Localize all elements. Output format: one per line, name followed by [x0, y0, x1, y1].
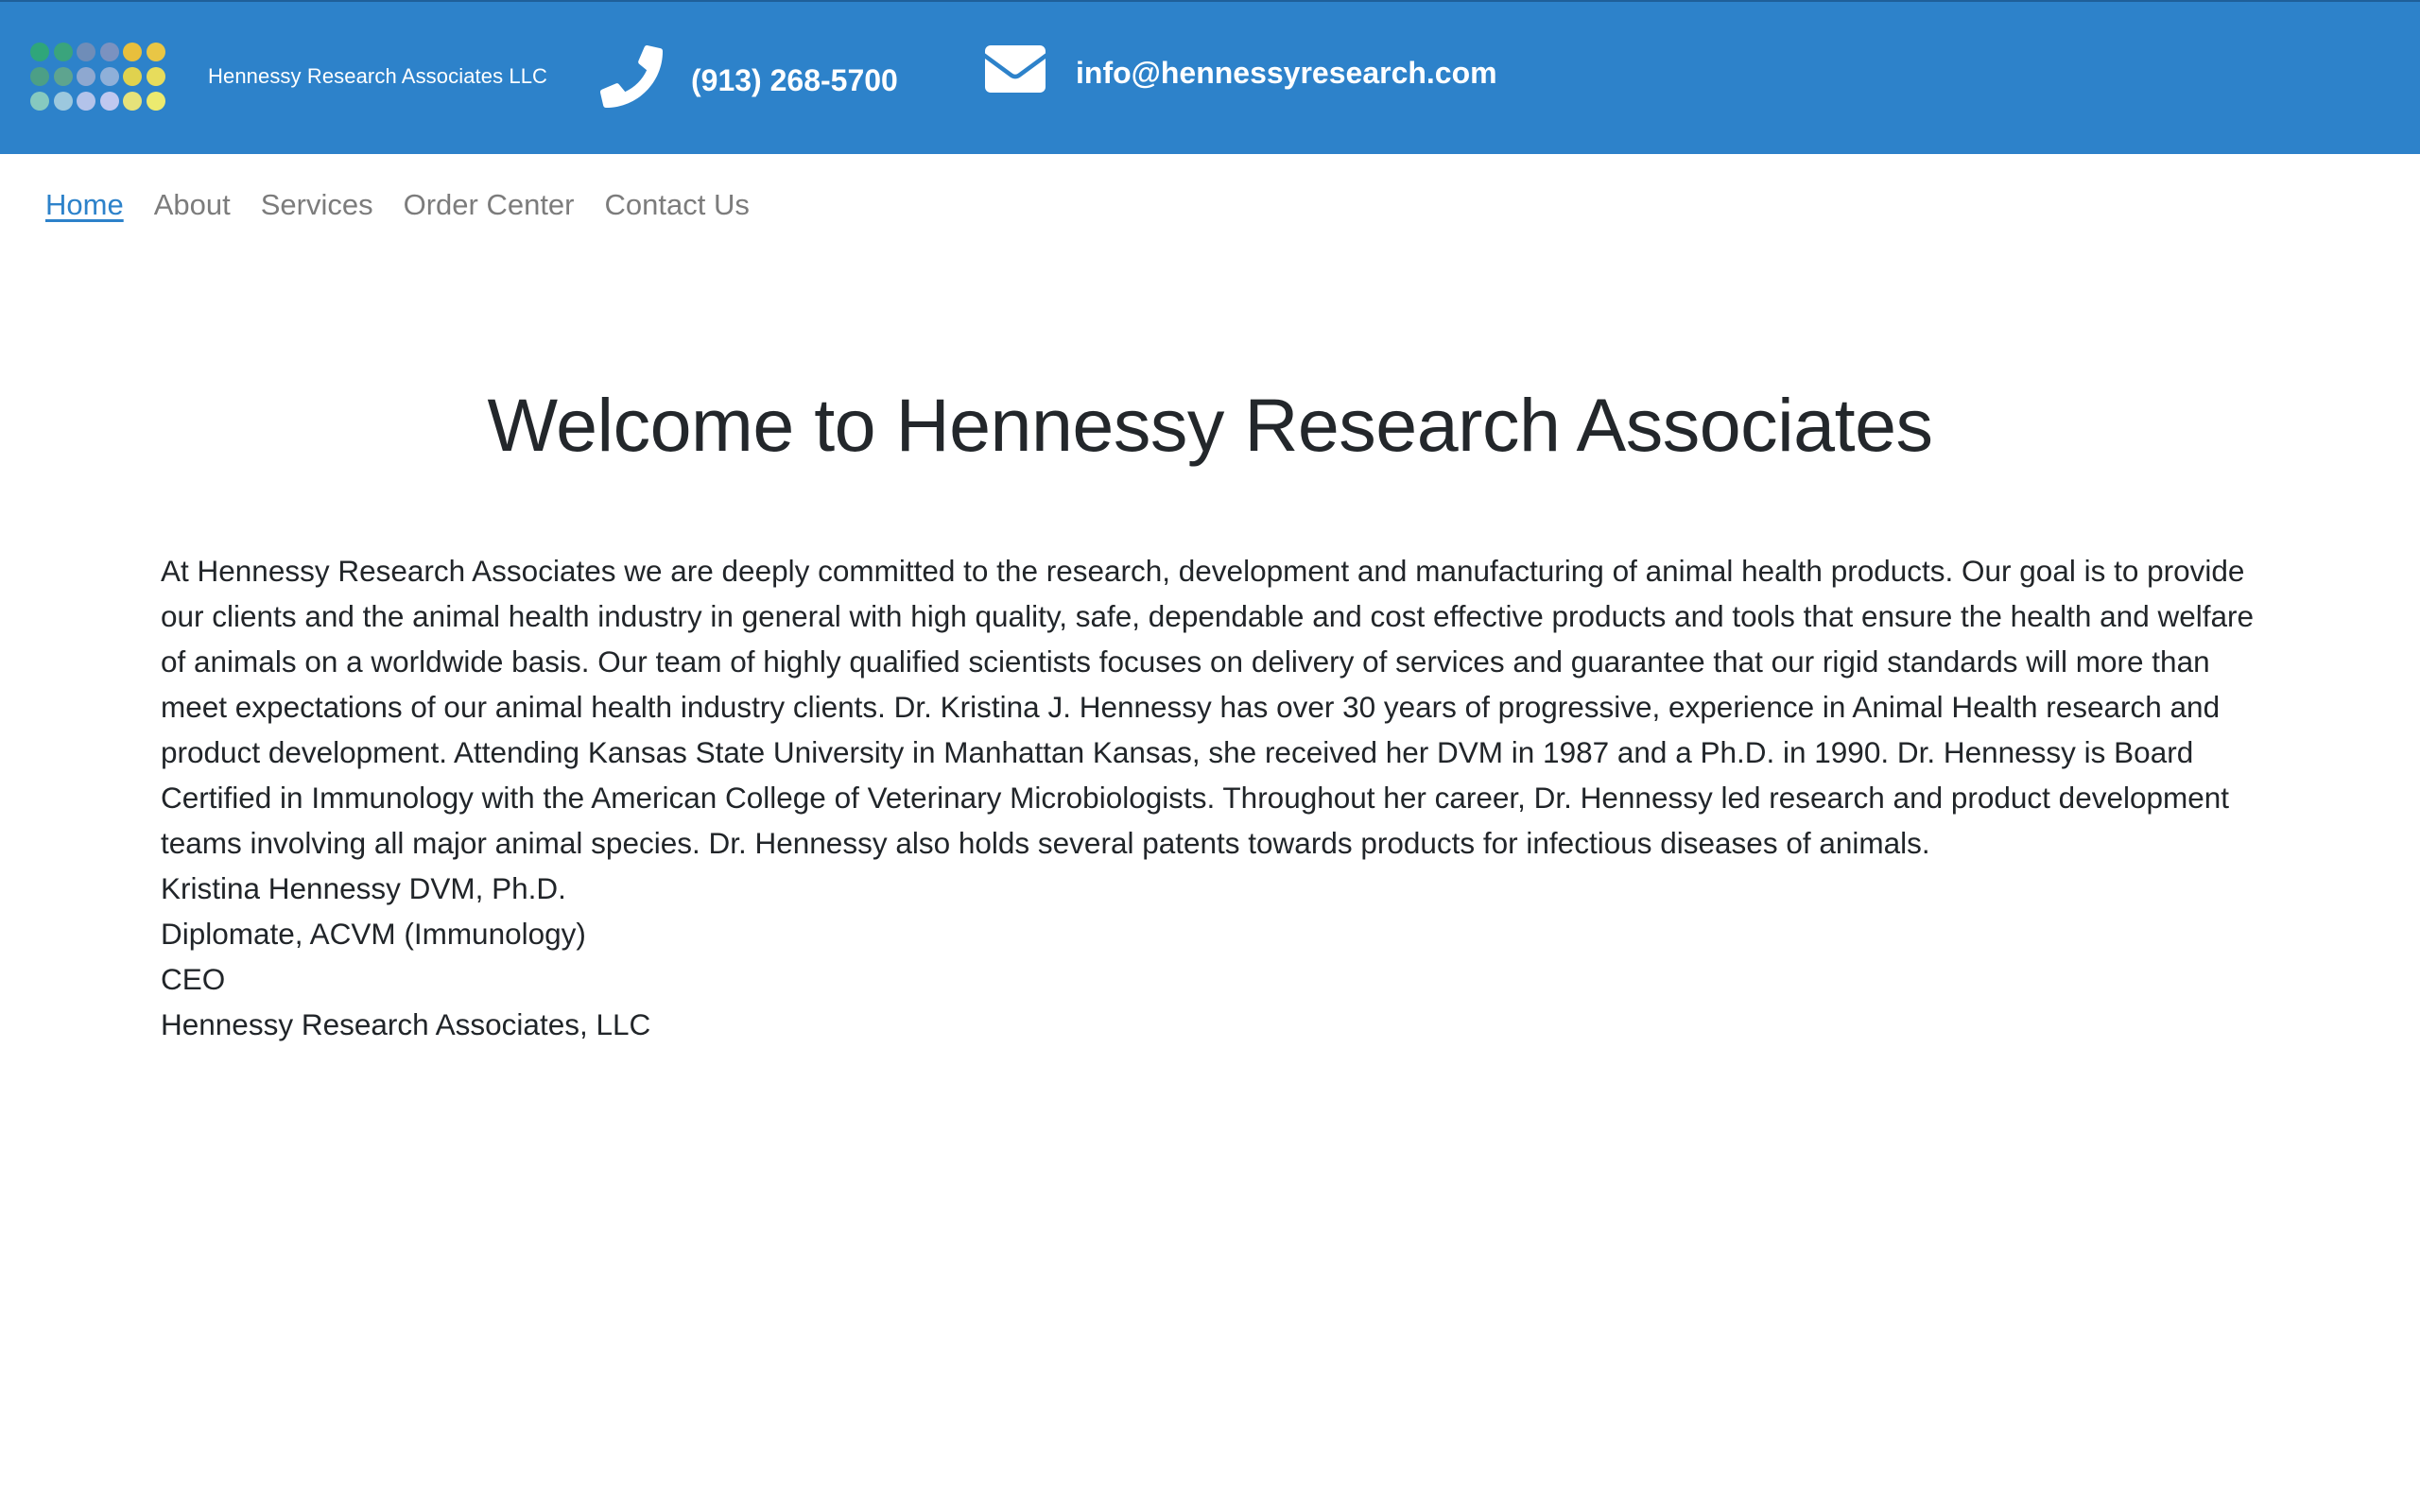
logo-dot [53, 92, 73, 111]
logo-dot [99, 43, 119, 61]
logo-dot [77, 43, 95, 61]
signature-name: Kristina Hennessy DVM, Ph.D. [161, 871, 566, 905]
intro-paragraph: At Hennessy Research Associates we are d… [161, 554, 2255, 860]
logo-text: Hennessy Research Associates LLC [208, 64, 548, 88]
email-contact[interactable]: info@hennessyresearch.com [985, 45, 1497, 100]
signature-company: Hennessy Research Associates, LLC [161, 1007, 651, 1041]
logo-dot [99, 92, 119, 111]
logo-dot [123, 43, 142, 61]
nav-item-home[interactable]: Home [45, 188, 124, 222]
logo-dot [146, 92, 165, 111]
main-navigation: Home About Services Order Center Contact… [45, 188, 750, 222]
logo-dot [123, 67, 142, 86]
nav-item-order-center[interactable]: Order Center [404, 188, 575, 222]
logo-dot [77, 92, 95, 111]
logo-dot [53, 43, 73, 61]
envelope-icon [985, 45, 1046, 100]
phone-icon [600, 45, 663, 115]
top-header-bar: Hennessy Research Associates LLC (913) 2… [0, 0, 2420, 154]
main-content: At Hennessy Research Associates we are d… [161, 548, 2259, 1047]
logo-dot [30, 43, 49, 61]
logo-dot [146, 67, 165, 86]
phone-number: (913) 268-5700 [691, 62, 898, 97]
logo-dot-grid [30, 43, 165, 111]
logo-dot [123, 92, 142, 111]
logo-dot [30, 92, 49, 111]
logo-dot [30, 67, 49, 86]
logo-dot [77, 67, 95, 86]
signature-credential: Diplomate, ACVM (Immunology) [161, 917, 586, 951]
nav-item-services[interactable]: Services [261, 188, 373, 222]
phone-contact[interactable]: (913) 268-5700 [600, 45, 898, 115]
logo-dot [99, 67, 119, 86]
page-title: Welcome to Hennessy Research Associates [487, 383, 1933, 467]
company-logo[interactable]: Hennessy Research Associates LLC [30, 43, 547, 111]
logo-dot [146, 43, 165, 61]
logo-dot [53, 67, 73, 86]
nav-item-contact-us[interactable]: Contact Us [605, 188, 750, 222]
email-address: info@hennessyresearch.com [1076, 55, 1497, 90]
nav-item-about[interactable]: About [154, 188, 231, 222]
signature-role: CEO [161, 962, 226, 996]
